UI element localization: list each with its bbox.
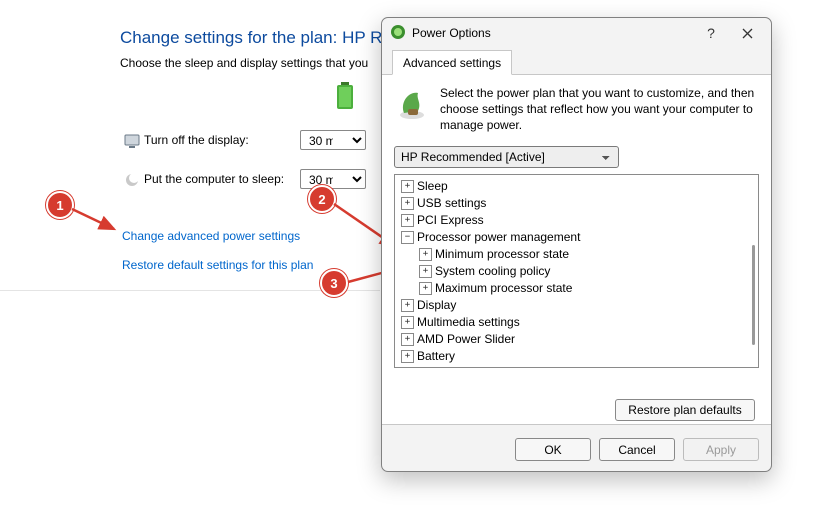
display-icon [124,133,140,152]
settings-tree[interactable]: +Sleep +USB settings +PCI Express −Proce… [394,174,759,368]
moon-icon [124,172,140,191]
tree-node-amd[interactable]: +AMD Power Slider [397,331,756,348]
power-plan-icon [394,85,430,134]
turn-off-display-label: Turn off the display: [144,133,249,147]
restore-plan-defaults-button[interactable]: Restore plan defaults [615,399,755,421]
power-options-icon [390,24,406,43]
tree-node-display[interactable]: +Display [397,297,756,314]
tree-node-processor[interactable]: −Processor power management [397,229,756,246]
change-advanced-link[interactable]: Change advanced power settings [122,229,300,243]
cancel-button[interactable]: Cancel [599,438,675,461]
tree-scrollbar[interactable] [752,245,755,345]
tree-node-usb[interactable]: +USB settings [397,195,756,212]
tree-node-pci[interactable]: +PCI Express [397,212,756,229]
power-plan-select[interactable]: HP Recommended [Active] [394,146,619,168]
sleep-select[interactable]: 30 minutes [300,169,366,189]
ok-button[interactable]: OK [515,438,591,461]
power-options-dialog: Power Options ? Advanced settings Select… [381,17,772,472]
page-subheading: Choose the sleep and display settings th… [120,56,368,70]
tree-node-sleep[interactable]: +Sleep [397,178,756,195]
page-title: Change settings for the plan: HP Re [120,28,392,48]
tab-advanced-settings[interactable]: Advanced settings [392,50,512,75]
restore-defaults-link[interactable]: Restore default settings for this plan [122,258,313,272]
dialog-description: Select the power plan that you want to c… [440,85,759,134]
dialog-title: Power Options [412,26,693,40]
close-button[interactable] [729,21,765,45]
tree-node-min-proc[interactable]: +Minimum processor state [397,246,756,263]
callout-1: 1 [46,191,74,219]
tree-node-max-proc[interactable]: +Maximum processor state [397,280,756,297]
tree-node-cooling[interactable]: +System cooling policy [397,263,756,280]
apply-button[interactable]: Apply [683,438,759,461]
callout-2: 2 [308,185,336,213]
callout-3: 3 [320,269,348,297]
help-button[interactable]: ? [693,21,729,45]
tree-node-multimedia[interactable]: +Multimedia settings [397,314,756,331]
battery-icon [334,82,356,115]
turn-off-display-select[interactable]: 30 minutes [300,130,366,150]
tree-node-battery[interactable]: +Battery [397,348,756,365]
sleep-label: Put the computer to sleep: [144,172,284,186]
